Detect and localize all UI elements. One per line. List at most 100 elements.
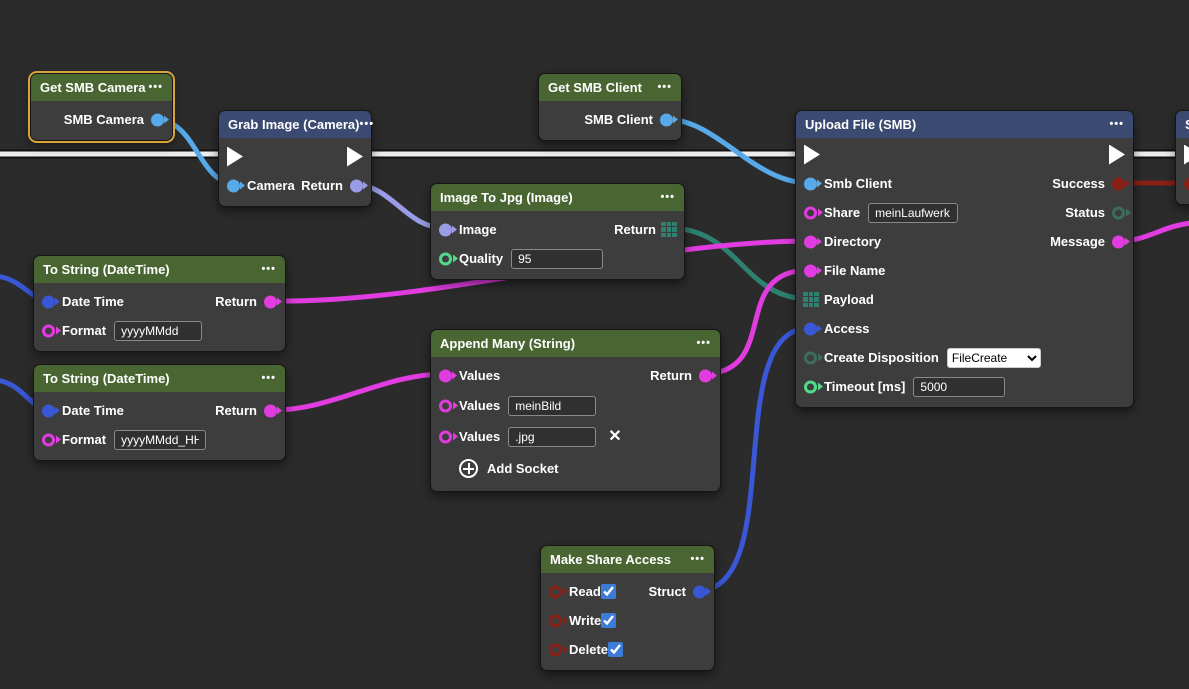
node-header[interactable]: Upload File (SMB) ••• bbox=[796, 111, 1133, 138]
socket-smb-client-input[interactable] bbox=[804, 177, 817, 190]
node-upload-file[interactable]: Upload File (SMB) ••• Smb Client Success… bbox=[795, 110, 1134, 408]
socket-return-output[interactable] bbox=[350, 179, 363, 192]
node-grab-image[interactable]: Grab Image (Camera) ••• Camera Return bbox=[218, 110, 372, 207]
input-row: Payload bbox=[796, 285, 1133, 314]
exec-in-pin[interactable] bbox=[804, 145, 820, 165]
wire-tostring2-to-values[interactable] bbox=[269, 374, 445, 410]
socket-message-output[interactable] bbox=[1112, 235, 1125, 248]
node-menu-button[interactable]: ••• bbox=[696, 338, 711, 349]
create-disposition-select[interactable]: FileCreate bbox=[947, 348, 1041, 368]
socket-return-output[interactable] bbox=[264, 404, 277, 417]
node-header[interactable]: Get SMB Client ••• bbox=[539, 74, 681, 101]
socket-smb-client-output[interactable] bbox=[660, 113, 673, 126]
node-menu-button[interactable]: ••• bbox=[148, 82, 163, 93]
input-label-payload: Payload bbox=[824, 292, 874, 307]
socket-delete-input[interactable] bbox=[549, 643, 562, 656]
socket-access-input[interactable] bbox=[804, 322, 817, 335]
socket-timeout-input[interactable] bbox=[804, 380, 817, 393]
node-get-smb-camera[interactable]: Get SMB Camera ••• SMB Camera bbox=[30, 73, 173, 141]
format-field[interactable] bbox=[114, 430, 206, 450]
node-header[interactable]: To String (DateTime) ••• bbox=[34, 256, 285, 283]
input-row: Timeout [ms] bbox=[796, 372, 1133, 401]
read-checkbox[interactable] bbox=[601, 584, 616, 599]
node-header[interactable]: Image To Jpg (Image) ••• bbox=[431, 184, 684, 211]
node-get-smb-client[interactable]: Get SMB Client ••• SMB Client bbox=[538, 73, 682, 141]
node-title: S bbox=[1185, 117, 1189, 132]
socket-datetime-input[interactable] bbox=[42, 404, 55, 417]
node-editor-canvas[interactable]: Get SMB Camera ••• SMB Camera Grab Image… bbox=[0, 0, 1189, 689]
socket-values3-input[interactable] bbox=[439, 430, 452, 443]
node-menu-button[interactable]: ••• bbox=[1109, 119, 1124, 130]
delete-checkbox[interactable] bbox=[608, 642, 623, 657]
exec-out-pin[interactable] bbox=[1109, 145, 1125, 165]
socket-image-input[interactable] bbox=[439, 223, 452, 236]
node-header[interactable]: To String (DateTime) ••• bbox=[34, 365, 285, 392]
wire-jpgreturn-to-payload[interactable] bbox=[668, 228, 810, 299]
node-header[interactable]: Get SMB Camera ••• bbox=[31, 74, 172, 101]
io-row: Values Return bbox=[431, 361, 720, 390]
input-label-datetime: Date Time bbox=[62, 403, 124, 418]
node-header[interactable]: S bbox=[1176, 111, 1189, 138]
socket-write-input[interactable] bbox=[549, 614, 562, 627]
socket-payload-grid[interactable] bbox=[803, 292, 819, 308]
node-menu-button[interactable]: ••• bbox=[690, 554, 705, 565]
socket-status-output[interactable] bbox=[1112, 206, 1125, 219]
socket-datetime-input[interactable] bbox=[42, 295, 55, 308]
socket-read-input[interactable] bbox=[549, 585, 562, 598]
timeout-field[interactable] bbox=[913, 377, 1005, 397]
input-row: Delete bbox=[541, 635, 714, 664]
input-label-format: Format bbox=[62, 323, 106, 338]
node-menu-button[interactable]: ••• bbox=[660, 192, 675, 203]
node-make-share-access[interactable]: Make Share Access ••• Read Struct Write … bbox=[540, 545, 715, 671]
share-field[interactable] bbox=[868, 203, 958, 223]
node-header[interactable]: Grab Image (Camera) ••• bbox=[219, 111, 371, 138]
node-menu-button[interactable]: ••• bbox=[657, 82, 672, 93]
exec-out-pin[interactable] bbox=[347, 147, 363, 167]
io-row: Camera Return bbox=[219, 171, 371, 200]
socket-format-input[interactable] bbox=[42, 324, 55, 337]
socket-struct-output[interactable] bbox=[693, 585, 706, 598]
node-append-many[interactable]: Append Many (String) ••• Values Return V… bbox=[430, 329, 721, 492]
input-row: Format bbox=[34, 425, 285, 454]
write-checkbox[interactable] bbox=[601, 613, 616, 628]
socket-success-output[interactable] bbox=[1112, 177, 1125, 190]
node-header[interactable]: Append Many (String) ••• bbox=[431, 330, 720, 357]
quality-field[interactable] bbox=[511, 249, 603, 269]
io-row: Read Struct bbox=[541, 577, 714, 606]
add-socket-button[interactable]: Add Socket bbox=[431, 452, 720, 485]
node-header[interactable]: Make Share Access ••• bbox=[541, 546, 714, 573]
input-label-read: Read bbox=[569, 584, 601, 599]
socket-return-grid[interactable] bbox=[661, 222, 677, 238]
output-label-return: Return bbox=[301, 178, 343, 193]
node-menu-button[interactable]: ••• bbox=[360, 119, 375, 130]
values3-field[interactable] bbox=[508, 427, 596, 447]
socket-share-input[interactable] bbox=[804, 206, 817, 219]
format-field[interactable] bbox=[114, 321, 202, 341]
node-to-string-1[interactable]: To String (DateTime) ••• Date Time Retur… bbox=[33, 255, 286, 352]
socket-directory-input[interactable] bbox=[804, 235, 817, 248]
node-image-to-jpg[interactable]: Image To Jpg (Image) ••• Image Return Qu… bbox=[430, 183, 685, 280]
values2-field[interactable] bbox=[508, 396, 596, 416]
socket-return-output[interactable] bbox=[699, 369, 712, 382]
socket-file-name-input[interactable] bbox=[804, 264, 817, 277]
socket-return-output[interactable] bbox=[264, 295, 277, 308]
socket-camera-input[interactable] bbox=[227, 179, 240, 192]
socket-input[interactable] bbox=[1184, 177, 1189, 190]
node-to-string-2[interactable]: To String (DateTime) ••• Date Time Retur… bbox=[33, 364, 286, 461]
socket-values2-input[interactable] bbox=[439, 399, 452, 412]
socket-format-input[interactable] bbox=[42, 433, 55, 446]
exec-in-pin[interactable] bbox=[1184, 145, 1189, 165]
input-label-write: Write bbox=[569, 613, 601, 628]
socket-create-disposition-input[interactable] bbox=[804, 351, 817, 364]
node-menu-button[interactable]: ••• bbox=[261, 264, 276, 275]
node-menu-button[interactable]: ••• bbox=[261, 373, 276, 384]
node-partial-right[interactable]: S bbox=[1175, 110, 1189, 205]
remove-socket-button[interactable]: ✕ bbox=[608, 429, 621, 445]
input-label-camera: Camera bbox=[247, 178, 295, 193]
socket-values1-input[interactable] bbox=[439, 369, 452, 382]
socket-smb-camera-output[interactable] bbox=[151, 113, 164, 126]
exec-in-pin[interactable] bbox=[227, 147, 243, 167]
io-row: Share Status bbox=[796, 198, 1133, 227]
output-label-return: Return bbox=[650, 368, 692, 383]
socket-quality-input[interactable] bbox=[439, 252, 452, 265]
